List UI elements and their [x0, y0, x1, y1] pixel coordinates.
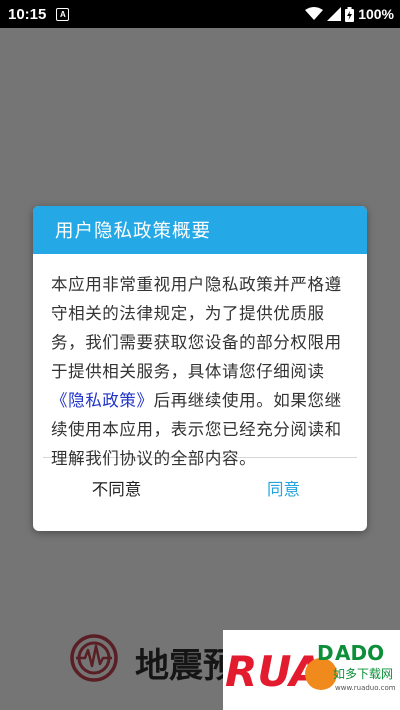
dialog-title: 用户隐私政策概要 [55, 221, 212, 242]
watermark-logo: RUA D ADO 如多下载网 www.ruaduo.com [223, 630, 400, 710]
status-icons: 100% [305, 6, 394, 22]
svg-text:D: D [317, 641, 334, 665]
battery-percent: 100% [358, 6, 394, 22]
status-time: 10:15 [8, 5, 47, 23]
dialog-body: 本应用非常重视用户隐私政策并严格遵守相关的法律规定，为了提供优质服务，我们需要获… [33, 254, 367, 468]
dialog-header: 用户隐私政策概要 [33, 206, 367, 254]
svg-text:ADO: ADO [335, 641, 384, 665]
disagree-button[interactable]: 不同意 [33, 476, 200, 500]
seismograph-icon [70, 634, 118, 682]
privacy-policy-link[interactable]: 《隐私政策》 [51, 391, 154, 410]
dialog-text-before-link: 本应用非常重视用户隐私政策并严格遵守相关的法律规定，为了提供优质服务，我们需要获… [51, 275, 342, 381]
svg-text:www.ruaduo.com: www.ruaduo.com [335, 684, 396, 692]
agree-button[interactable]: 同意 [200, 476, 367, 500]
notification-a-icon: A [56, 7, 70, 21]
signal-icon [327, 7, 342, 21]
wifi-icon [305, 7, 324, 20]
status-bar: 10:15 A 100% [0, 0, 400, 28]
svg-text:如多下载网: 如多下载网 [333, 666, 393, 681]
battery-icon [345, 6, 355, 22]
app-name: 地震预 [135, 646, 225, 686]
privacy-dialog: 用户隐私政策概要 本应用非常重视用户隐私政策并严格遵守相关的法律规定，为了提供优… [33, 206, 367, 531]
